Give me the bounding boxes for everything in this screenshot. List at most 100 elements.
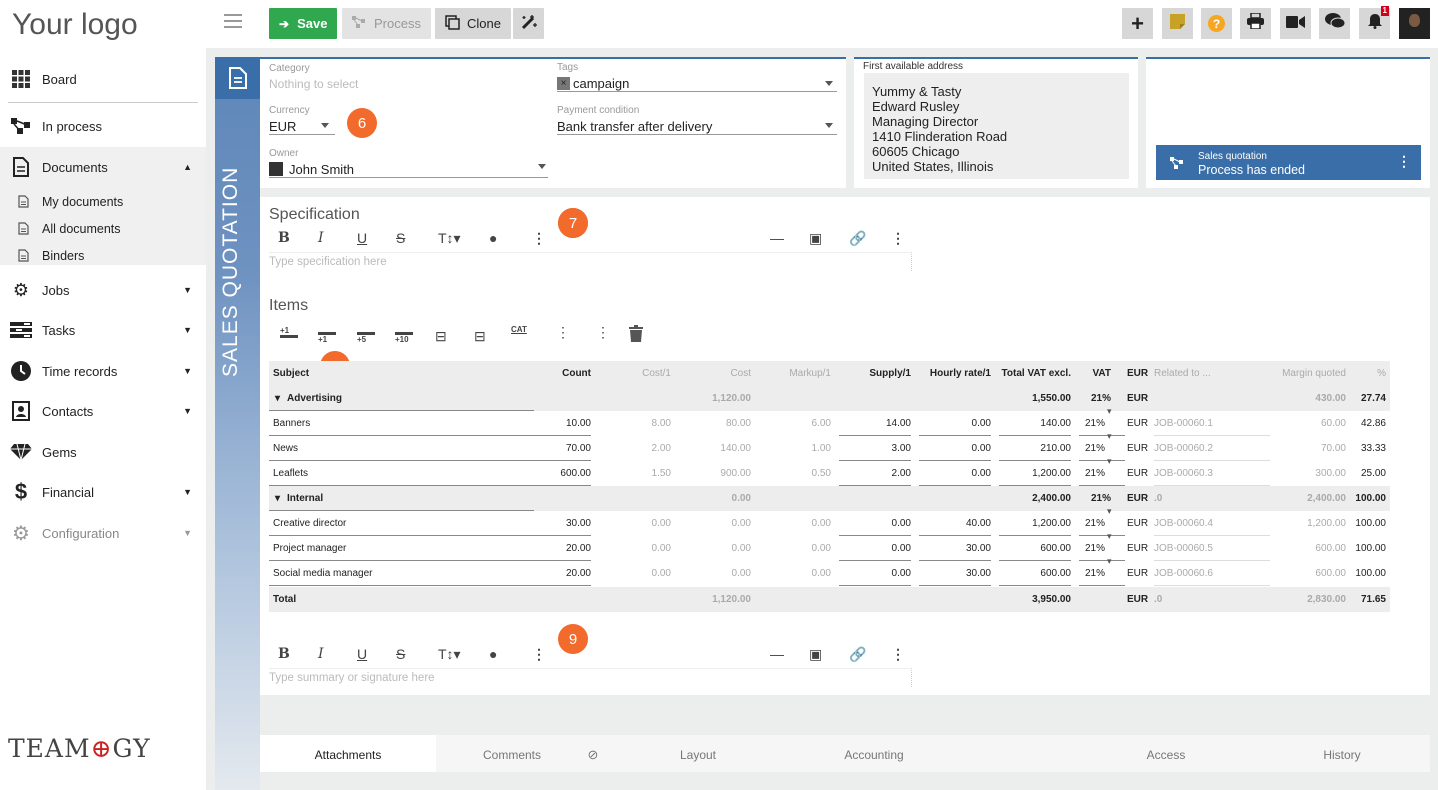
table-cell: 0.00 — [971, 468, 991, 479]
strikethrough-icon[interactable]: S — [396, 230, 405, 246]
link-icon[interactable]: 🔗 — [849, 230, 866, 247]
sticky-note-button[interactable] — [1162, 8, 1193, 39]
italic-icon[interactable]: I — [318, 230, 324, 246]
sidebar-item-gems[interactable]: Gems — [0, 432, 206, 472]
more-vertical-icon[interactable]: ⋮ — [1397, 153, 1411, 170]
address-line: 60605 Chicago — [872, 144, 960, 159]
trash-icon[interactable] — [629, 325, 643, 344]
chevron-down-icon[interactable] — [825, 123, 833, 128]
tab-accounting[interactable]: Accounting — [796, 735, 952, 772]
link-icon[interactable]: 🔗 — [849, 646, 866, 663]
sidebar-item-label: Board — [42, 71, 77, 87]
caret-down-icon[interactable]: ▾ — [1107, 431, 1112, 442]
bold-icon[interactable]: B — [278, 646, 290, 662]
more-vertical-icon[interactable]: ⋮ — [891, 230, 905, 247]
caret-down-icon[interactable]: ▾ — [1107, 406, 1112, 417]
table-row[interactable]: News 70.00 2.00 140.00 1.00 3.00 0.00 210.00 21%… — [269, 431, 1390, 461]
tab-history[interactable]: History — [1264, 735, 1420, 772]
expand-icon[interactable]: ⋮ — [556, 324, 570, 341]
hamburger-menu-icon[interactable] — [224, 14, 242, 28]
add-button[interactable]: + — [1122, 8, 1153, 39]
add-row-above-icon[interactable]: +1 — [280, 326, 298, 338]
currency-select[interactable]: EUR — [269, 119, 296, 134]
underline-icon[interactable]: U — [357, 646, 367, 662]
contact-card-icon — [10, 400, 32, 422]
caret-down-icon[interactable]: ▾ — [275, 486, 280, 511]
color-drop-icon[interactable]: ● — [489, 230, 497, 246]
bold-icon[interactable]: B — [278, 230, 290, 246]
eye-slash-icon[interactable]: ⊘ — [578, 735, 608, 772]
underline-icon[interactable]: U — [357, 230, 367, 246]
caret-down-icon[interactable]: ▾ — [1107, 556, 1112, 567]
sidebar-item-in-process[interactable]: In process — [0, 106, 206, 146]
process-button[interactable]: Process — [342, 8, 431, 39]
italic-icon[interactable]: I — [318, 646, 324, 662]
sidebar-item-label: Time records — [42, 363, 118, 379]
more-vertical-icon[interactable]: ⋮ — [596, 324, 610, 341]
user-avatar[interactable] — [1399, 8, 1430, 39]
group-row[interactable]: ▾ Advertising 1,120.00 1,550.00 21% EUR 430.00… — [269, 386, 1390, 411]
process-status-button[interactable]: Sales quotation Process has ended ⋮ — [1156, 145, 1421, 180]
horizontal-rule-icon[interactable]: — — [770, 230, 784, 246]
help-button[interactable]: ? — [1201, 8, 1232, 39]
sidebar-item-jobs[interactable]: ⚙ Jobs ▼ — [0, 270, 206, 310]
save-button[interactable]: ➔ Save — [269, 8, 338, 39]
sidebar-item-financial[interactable]: $ Financial ▼ — [0, 472, 206, 512]
clock-icon — [10, 360, 32, 382]
tab-layout[interactable]: Layout — [620, 735, 776, 772]
catalog-icon[interactable]: CAT — [511, 325, 527, 334]
insert-group-icon[interactable]: ⊟ — [474, 328, 486, 345]
tab-comments[interactable]: Comments — [436, 735, 588, 772]
owner-label: Owner — [269, 148, 299, 159]
magic-wand-button[interactable] — [513, 8, 544, 39]
more-vertical-icon[interactable]: ⋮ — [891, 646, 905, 663]
table-row[interactable]: Banners 10.00 8.00 80.00 6.00 14.00 0.00 140.00… — [269, 406, 1390, 436]
caret-down-icon[interactable]: ▾ — [1107, 456, 1112, 467]
sidebar-item-configuration[interactable]: ⚙ Configuration ▼ — [0, 513, 206, 553]
image-icon[interactable]: ▣ — [809, 646, 822, 663]
chevron-down-icon[interactable] — [321, 123, 329, 128]
table-row[interactable]: Leaflets 600.00 1.50 900.00 0.50 2.00 0.00 1,20… — [269, 456, 1390, 486]
sidebar-item-binders[interactable]: Binders — [0, 242, 206, 269]
image-icon[interactable]: ▣ — [809, 230, 822, 247]
font-size-icon[interactable]: T↕▾ — [438, 230, 461, 247]
sidebar-item-tasks[interactable]: Tasks ▼ — [0, 310, 206, 350]
table-row[interactable]: Project manager 20.00 0.00 0.00 0.00 0.00 30.0… — [269, 531, 1390, 561]
tag-remove-icon[interactable]: × — [557, 76, 570, 90]
tab-access[interactable]: Access — [1088, 735, 1244, 772]
print-button[interactable] — [1240, 8, 1271, 39]
more-vertical-icon[interactable]: ⋮ — [532, 230, 546, 247]
sidebar-item-time-records[interactable]: Time records ▼ — [0, 351, 206, 391]
caret-down-icon[interactable]: ▾ — [1107, 531, 1112, 542]
add-row-below-icon[interactable]: +1 — [318, 332, 336, 344]
chevron-down-icon[interactable] — [538, 164, 546, 169]
category-select[interactable]: Nothing to select — [269, 77, 358, 91]
sidebar-item-documents[interactable]: Documents ▲ — [0, 147, 206, 187]
video-button[interactable] — [1280, 8, 1311, 39]
horizontal-rule-icon[interactable]: — — [770, 646, 784, 662]
caret-down-icon[interactable]: ▾ — [1107, 506, 1112, 517]
owner-select[interactable]: John Smith — [289, 162, 354, 177]
add-ten-rows-icon[interactable]: +10 — [395, 332, 413, 344]
sidebar-item-my-documents[interactable]: My documents — [0, 188, 206, 215]
table-cell: Cost/1 — [642, 368, 671, 379]
notifications-button[interactable]: 1 — [1359, 6, 1390, 39]
add-five-rows-icon[interactable]: +5 — [357, 332, 375, 344]
chevron-down-icon[interactable] — [825, 81, 833, 86]
caret-down-icon[interactable]: ▾ — [275, 386, 280, 411]
strikethrough-icon[interactable]: S — [396, 646, 405, 662]
sidebar-item-contacts[interactable]: Contacts ▼ — [0, 391, 206, 431]
sidebar-item-board[interactable]: Board — [0, 59, 206, 99]
table-row[interactable]: Creative director 30.00 0.00 0.00 0.00 0.00 40… — [269, 506, 1390, 536]
more-vertical-icon[interactable]: ⋮ — [532, 646, 546, 663]
tab-attachments[interactable]: Attachments — [260, 735, 436, 772]
font-size-icon[interactable]: T↕▾ — [438, 646, 461, 663]
insert-row-icon[interactable]: ⊟ — [435, 328, 447, 345]
sidebar-item-all-documents[interactable]: All documents — [0, 215, 206, 242]
payment-condition-select[interactable]: Bank transfer after delivery — [557, 119, 712, 134]
color-drop-icon[interactable]: ● — [489, 646, 497, 662]
clone-button[interactable]: Clone — [435, 8, 511, 39]
chat-button[interactable] — [1319, 8, 1350, 39]
table-row[interactable]: Social media manager 20.00 0.00 0.00 0.00 0.0… — [269, 556, 1390, 586]
group-row[interactable]: ▾ Internal 0.00 2,400.00 21% EUR .0 2,400.00 100… — [269, 486, 1390, 511]
